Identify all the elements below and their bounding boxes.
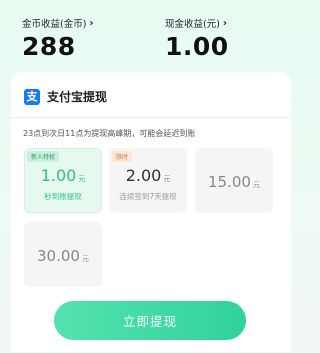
withdraw-method-title: 支付宝提现 bbox=[47, 90, 108, 104]
withdraw-method-header: 支 支付宝提现 bbox=[24, 88, 107, 105]
chevron-right-icon: › bbox=[222, 17, 228, 29]
coin-earnings[interactable]: 金币收益(金币) › 288 bbox=[22, 16, 94, 62]
coin-earnings-value: 288 bbox=[22, 32, 76, 61]
option-amount: 30.00 bbox=[37, 247, 80, 265]
cash-earnings-label: 现金收益(元) bbox=[165, 19, 220, 30]
option-unit: 元 bbox=[78, 175, 86, 183]
withdraw-notice: 23点到次日11点为提现高峰期，可能会延迟到账 bbox=[23, 129, 196, 138]
coin-earnings-label-row: 金币收益(金币) › bbox=[22, 16, 94, 31]
coin-earnings-label: 金币收益(金币) bbox=[22, 19, 87, 30]
option-amount-row: 1.00 元 bbox=[25, 166, 101, 185]
option-tag: 限时 bbox=[112, 151, 133, 162]
withdraw-card: 支 支付宝提现 23点到次日11点为提现高峰期，可能会延迟到账 新人特权 1.0… bbox=[11, 72, 291, 352]
option-amount-row: 2.00 元 bbox=[110, 166, 186, 185]
cash-earnings-value: 1.00 bbox=[165, 32, 229, 61]
option-amount: 15.00 bbox=[208, 173, 251, 191]
option-unit: 元 bbox=[163, 175, 171, 183]
cash-earnings-label-row: 现金收益(元) › bbox=[165, 16, 229, 31]
option-desc: 秒到账提现 bbox=[44, 192, 82, 201]
cash-earnings[interactable]: 现金收益(元) › 1.00 bbox=[165, 16, 229, 62]
withdraw-option-4[interactable]: 30.00 元 bbox=[24, 222, 102, 287]
option-unit: 元 bbox=[81, 255, 89, 263]
option-unit: 元 bbox=[252, 181, 260, 189]
withdraw-now-button[interactable]: 立即提现 bbox=[54, 301, 246, 340]
option-amount: 1.00 bbox=[40, 166, 77, 185]
option-tag: 新人特权 bbox=[27, 151, 60, 162]
option-amount: 2.00 bbox=[125, 166, 162, 185]
option-amount-row: 30.00 元 bbox=[25, 247, 101, 265]
withdraw-option-1[interactable]: 新人特权 1.00 元 秒到账提现 bbox=[24, 148, 102, 213]
option-amount-row: 15.00 元 bbox=[196, 173, 272, 191]
divider bbox=[11, 117, 291, 118]
withdraw-option-2[interactable]: 限时 2.00 元 连续签到7天提现 bbox=[109, 148, 187, 213]
withdraw-option-3[interactable]: 15.00 元 bbox=[195, 148, 273, 213]
chevron-right-icon: › bbox=[89, 17, 94, 29]
alipay-icon: 支 bbox=[24, 88, 40, 105]
option-desc: 连续签到7天提现 bbox=[119, 192, 177, 201]
